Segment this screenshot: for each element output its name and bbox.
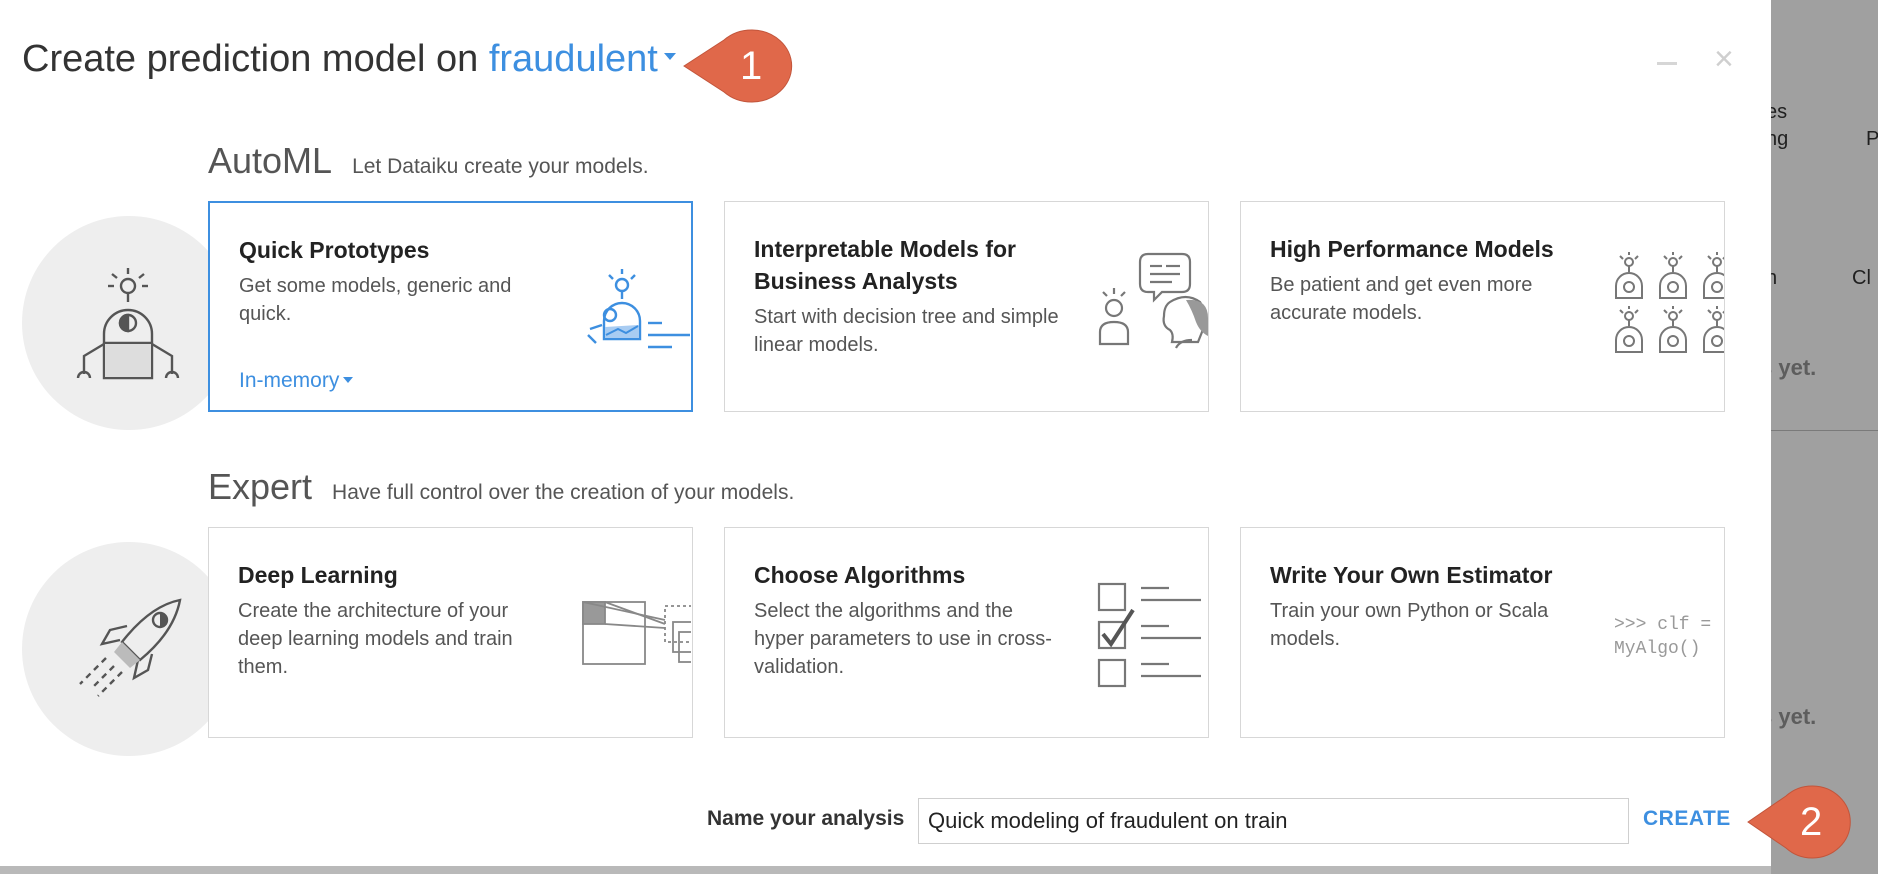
close-icon[interactable]: ×	[1714, 42, 1734, 76]
card-description: Get some models, generic and quick.	[239, 275, 512, 325]
rocket-icon	[79, 598, 182, 697]
engine-dropdown[interactable]: In-memory	[239, 369, 354, 393]
engine-label: In-memory	[239, 369, 340, 392]
analysis-name-label: Name your analysis	[707, 807, 905, 830]
expert-section-header: Expert Have full control over the creatio…	[208, 466, 794, 508]
automl-heading: AutoML	[208, 140, 333, 181]
card-choose-algorithms[interactable]: Choose Algorithms Select the algorithms …	[724, 527, 1209, 738]
card-title: Deep Learning	[238, 562, 398, 588]
background-text: Cl	[1852, 267, 1871, 289]
card-description: Create the architecture of your deep lea…	[238, 600, 513, 678]
chevron-down-icon	[343, 376, 354, 383]
card-title: Choose Algorithms	[754, 562, 966, 588]
create-model-dialog: Create prediction model on fraudulent × …	[0, 0, 1771, 874]
card-description: Start with decision tree and simple line…	[754, 306, 1059, 356]
dialog-title-prefix: Create prediction model on	[22, 38, 479, 80]
neural-layers-icon	[582, 601, 691, 665]
automl-illustration	[22, 216, 236, 430]
automl-subheading: Let Dataiku create your models.	[352, 155, 649, 178]
card-write-your-own-estimator[interactable]: Write Your Own Estimator Train your own …	[1240, 527, 1725, 738]
callout-marker: 1	[680, 28, 796, 109]
callout-pin-icon	[683, 29, 793, 103]
target-variable-dropdown[interactable]: fraudulent	[489, 38, 676, 80]
card-high-performance-models[interactable]: High Performance Models Be patient and g…	[1240, 201, 1725, 412]
robot-prototype-icon	[587, 269, 690, 349]
callout-number: 1	[740, 44, 763, 88]
code-line: >>> clf =	[1614, 615, 1712, 635]
card-quick-prototypes[interactable]: Quick Prototypes Get some models, generi…	[208, 201, 693, 412]
card-description: Select the algorithms and the hyper para…	[754, 600, 1052, 678]
analysts-speech-icon	[1098, 252, 1208, 349]
card-deep-learning[interactable]: Deep Learning Create the architecture of…	[208, 527, 693, 738]
card-title: Interpretable Models for Business Analys…	[754, 236, 1016, 294]
target-variable-name: fraudulent	[488, 38, 658, 80]
card-interpretable-models[interactable]: Interpretable Models for Business Analys…	[724, 201, 1209, 412]
minimize-icon[interactable]	[1657, 62, 1677, 65]
expert-heading: Expert	[208, 466, 313, 507]
automl-section-header: AutoML Let Dataiku create your models.	[208, 140, 649, 182]
card-title: Quick Prototypes	[239, 237, 430, 263]
robot-icon	[76, 268, 180, 380]
robot-grid-icon	[1615, 252, 1724, 353]
card-title: Write Your Own Estimator	[1270, 562, 1553, 588]
checklist-icon	[1097, 582, 1201, 688]
expert-subheading: Have full control over the creation of y…	[332, 481, 795, 504]
code-line: MyAlgo()	[1614, 639, 1701, 659]
window-bottom-edge	[0, 866, 1771, 874]
analysis-name-input[interactable]	[918, 798, 1629, 844]
chevron-down-icon	[663, 53, 676, 61]
dialog-title: Create prediction model on fraudulent	[22, 38, 676, 81]
background-divider	[1771, 430, 1878, 431]
create-button[interactable]: CREATE	[1643, 807, 1731, 831]
expert-illustration	[22, 542, 236, 756]
callout-number: 2	[1800, 800, 1823, 844]
code-icon: >>> clf = MyAlgo()	[1614, 613, 1711, 661]
callout-marker: 2	[1744, 784, 1856, 865]
card-description: Train your own Python or Scala models.	[1270, 600, 1549, 650]
card-description: Be patient and get even more accurate mo…	[1270, 274, 1533, 324]
background-text: P	[1866, 128, 1878, 150]
card-title: High Performance Models	[1270, 236, 1554, 262]
